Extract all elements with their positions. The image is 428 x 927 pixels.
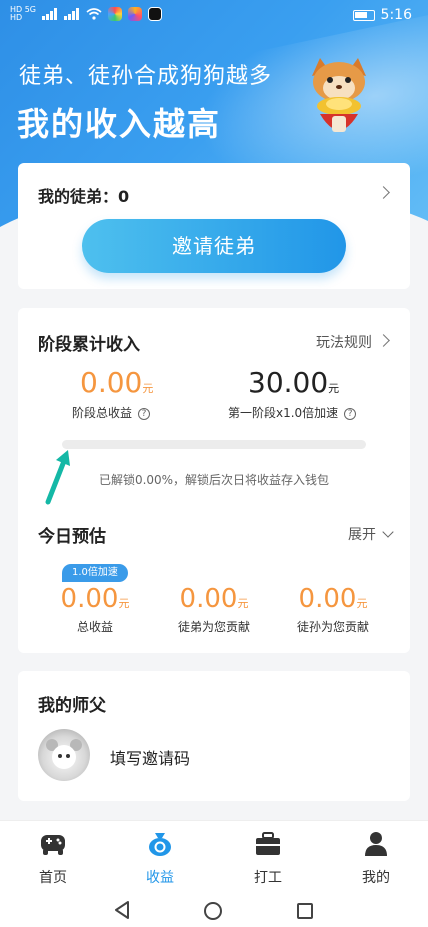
stage-total-label: 阶段总收益 xyxy=(72,406,133,420)
tab-home-label: 首页 xyxy=(39,870,67,886)
chevron-down-icon xyxy=(382,526,394,538)
avatar xyxy=(38,729,90,781)
tab-me-label: 我的 xyxy=(362,870,390,886)
app-notification-icon xyxy=(108,7,123,21)
estimate-apprentice-value: 0.00 xyxy=(179,584,238,614)
estimate-apprentice-unit: 元 xyxy=(237,597,249,610)
stage-target-value: 30.00 xyxy=(248,366,329,399)
apprentice-card: 我的徒弟：0 邀请徒弟 xyxy=(18,163,410,289)
estimate-column-grand-apprentice: 0.00元 徒孙为您贡献 xyxy=(268,584,398,635)
expand-label: 展开 xyxy=(348,527,376,543)
estimate-column-apprentice: 0.00元 徒弟为您贡献 xyxy=(149,584,279,635)
signal-icon xyxy=(42,8,58,20)
home-icon[interactable] xyxy=(204,902,222,920)
tiktok-icon xyxy=(148,7,163,21)
back-icon[interactable] xyxy=(113,900,131,920)
system-nav-bar xyxy=(0,892,428,927)
hero-subtitle: 徒弟、徒孙合成狗狗越多 xyxy=(19,64,273,89)
apprentice-count: 我的徒弟：0 xyxy=(38,187,130,206)
estimate-grand-caption: 徒孙为您贡献 xyxy=(296,620,369,634)
estimate-apprentice-caption: 徒弟为您贡献 xyxy=(177,620,250,634)
stage-target-label: 第一阶段x1.0倍加速 xyxy=(228,406,339,420)
estimate-total-caption: 总收益 xyxy=(76,620,113,634)
fill-invite-code-link[interactable]: 填写邀请码 xyxy=(110,745,190,769)
avatar-eye-left xyxy=(58,754,62,758)
unlock-note: 已解锁0.00%，解锁后次日将收益存入钱包 xyxy=(98,473,330,487)
status-left: HD 5G HD xyxy=(10,6,163,22)
help-icon[interactable]: ? xyxy=(138,408,151,420)
wifi-icon xyxy=(86,8,102,20)
expand-toggle[interactable]: 展开 xyxy=(348,524,394,544)
tab-earnings-label: 收益 xyxy=(146,870,174,886)
status-right: 5:16 xyxy=(352,7,412,23)
stage-target-value-group: 30.00元 xyxy=(248,366,339,399)
tab-me[interactable]: 我的 xyxy=(336,831,416,887)
today-estimate-title: 今日预估 xyxy=(38,527,106,547)
stage-progress-bar xyxy=(62,440,366,449)
person-icon xyxy=(365,832,387,856)
rules-link[interactable]: 玩法规则 xyxy=(316,332,372,352)
help-icon-2[interactable]: ? xyxy=(344,408,357,420)
money-bag-icon xyxy=(149,833,171,856)
estimate-grand-value: 0.00 xyxy=(298,584,357,614)
avatar-face xyxy=(52,745,76,769)
speed-badge: 1.0倍加速 xyxy=(62,564,128,582)
stage-total-unit: 元 xyxy=(142,382,154,395)
avatar-eye-right xyxy=(66,754,70,758)
rules-chevron-icon[interactable] xyxy=(377,334,390,347)
stage-total-label-group: 阶段总收益? xyxy=(72,404,151,421)
estimate-grand-unit: 元 xyxy=(356,597,368,610)
battery-icon xyxy=(352,9,375,21)
tab-earnings[interactable]: 收益 xyxy=(120,831,200,887)
estimate-total-value: 0.00 xyxy=(60,584,119,614)
signal-icon-2 xyxy=(64,8,80,20)
stage-target-unit: 元 xyxy=(328,382,340,395)
tab-bar: 首页 收益 打工 我的 xyxy=(0,820,428,892)
chevron-right-icon[interactable] xyxy=(377,186,390,199)
recent-apps-icon[interactable] xyxy=(297,903,313,919)
estimate-column-total: 0.00元 总收益 xyxy=(30,584,160,635)
invite-apprentice-button[interactable]: 邀请徒弟 xyxy=(82,219,346,273)
master-title: 我的师父 xyxy=(38,696,106,716)
tab-work-label: 打工 xyxy=(254,870,282,886)
app-notification-icon-2 xyxy=(128,7,143,21)
stage-total-value-group: 0.00元 xyxy=(80,366,153,399)
stage-target-label-group: 第一阶段x1.0倍加速? xyxy=(228,404,357,421)
tab-home[interactable]: 首页 xyxy=(13,831,93,887)
briefcase-icon xyxy=(256,832,280,855)
tab-work[interactable]: 打工 xyxy=(228,831,308,887)
dog-mascot-icon xyxy=(312,58,366,132)
status-time: 5:16 xyxy=(380,7,412,23)
stage-total-value: 0.00 xyxy=(80,366,143,399)
hero-title: 我的收入越高 xyxy=(17,105,222,143)
master-card: 我的师父 填写邀请码 xyxy=(18,671,410,801)
income-card: 阶段累计收入 玩法规则 0.00元 阶段总收益? 30.00元 第一阶段x1.0… xyxy=(18,308,410,653)
status-bar: HD 5G HD 5:16 xyxy=(0,0,428,32)
estimate-total-unit: 元 xyxy=(118,597,130,610)
gamepad-icon xyxy=(41,835,65,855)
stage-income-title: 阶段累计收入 xyxy=(38,335,140,355)
network-bottom: HD xyxy=(10,13,23,22)
network-indicator: HD 5G HD xyxy=(10,6,36,22)
